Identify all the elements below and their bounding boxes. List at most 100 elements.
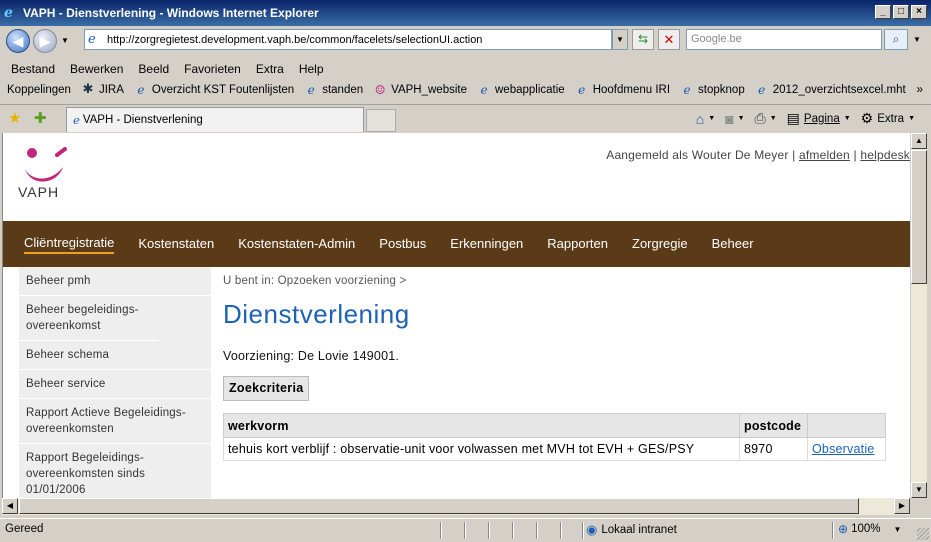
vertical-scroll-thumb[interactable]	[911, 150, 927, 284]
print-dropdown-icon[interactable]: ▼	[770, 115, 777, 122]
ie-page-icon: e	[578, 83, 586, 97]
vaph-icon: ☺	[374, 83, 386, 97]
page-menu[interactable]: Pagina	[804, 113, 840, 125]
scroll-up-icon[interactable]: ▲	[911, 133, 927, 149]
horizontal-scrollbar[interactable]: ◀ ▶	[2, 498, 910, 515]
sidebar-item-beheer-begeleidingsovereenkomst[interactable]: Beheer begeleidings-overeenkomst	[19, 296, 159, 341]
menu-bewerken[interactable]: Bewerken	[70, 62, 123, 76]
search-input[interactable]: Google.be	[686, 29, 882, 50]
menu-help[interactable]: Help	[299, 62, 324, 76]
tools-menu[interactable]: Extra	[877, 113, 904, 125]
scroll-right-icon[interactable]: ▶	[894, 498, 910, 514]
new-tab-button[interactable]	[366, 109, 396, 132]
home-icon[interactable]: ⌂	[696, 111, 704, 127]
link-label: standen	[322, 84, 364, 96]
ie-page-icon: e	[73, 113, 80, 127]
link-overzicht-kst[interactable]: e Overzicht KST Foutenlijsten	[134, 83, 294, 97]
search-dropdown-icon[interactable]: ▼	[910, 29, 924, 50]
cell-werkvorm: tehuis kort verblijf : observatie-unit v…	[223, 437, 740, 461]
sidebar-item-beheer-pmh[interactable]: Beheer pmh	[19, 267, 211, 296]
vaph-logo-text: VAPH	[18, 184, 60, 200]
refresh-button[interactable]: ⇆	[632, 29, 654, 50]
nav-clientregistratie[interactable]: Cliëntregistratie	[24, 235, 115, 254]
ie-page-icon: e	[480, 83, 488, 97]
menu-beeld[interactable]: Beeld	[138, 62, 169, 76]
nav-postbus[interactable]: Postbus	[379, 236, 426, 253]
logout-link[interactable]: afmelden	[799, 148, 850, 162]
favorites-star-icon[interactable]: ★	[8, 109, 21, 127]
feeds-icon[interactable]: ◙	[725, 111, 733, 127]
helpdesk-link[interactable]: helpdesk	[860, 148, 910, 162]
zone-label: Lokaal intranet	[601, 524, 677, 536]
history-dropdown-icon[interactable]: ▼	[61, 36, 71, 45]
vertical-scrollbar[interactable]: ▲ ▼	[910, 133, 927, 498]
zoekcriteria-button[interactable]: Zoekcriteria	[223, 376, 310, 401]
stop-button[interactable]: ✕	[658, 29, 680, 50]
address-dropdown-icon[interactable]: ▼	[612, 29, 628, 50]
address-field[interactable]: e http://zorgregietest.development.vaph.…	[84, 29, 612, 50]
ie-page-icon: e	[683, 83, 691, 97]
window-titlebar: e VAPH - Dienstverlening - Windows Inter…	[0, 0, 931, 26]
tools-dropdown-icon[interactable]: ▼	[908, 115, 915, 122]
menu-favorieten[interactable]: Favorieten	[184, 62, 241, 76]
print-icon[interactable]: ⎙	[755, 110, 766, 127]
link-label: 2012_overzichtsexcel.mht	[772, 84, 906, 96]
scroll-down-icon[interactable]: ▼	[911, 482, 927, 498]
nav-beheer[interactable]: Beheer	[712, 236, 754, 253]
add-favorites-icon[interactable]: ✚	[34, 109, 47, 127]
close-button[interactable]: ×	[911, 5, 927, 19]
security-zone[interactable]: ◉ Lokaal intranet	[586, 522, 677, 538]
zoom-dropdown-icon[interactable]: ▼	[893, 525, 901, 534]
sidebar-item-beheer-service[interactable]: Beheer service	[19, 370, 211, 399]
main-nav: Cliëntregistratie Kostenstaten Kostensta…	[3, 221, 910, 267]
voorziening-label: Voorziening: De Lovie 149001.	[223, 349, 400, 363]
link-label: webapplicatie	[495, 84, 565, 96]
resize-grip-icon[interactable]	[917, 528, 929, 540]
nav-erkenningen[interactable]: Erkenningen	[450, 236, 523, 253]
search-button[interactable]: ⌕	[884, 29, 908, 50]
link-jira[interactable]: ✱ JIRA	[81, 83, 124, 97]
home-dropdown-icon[interactable]: ▼	[708, 115, 715, 122]
sidebar-item-beheer-schema[interactable]: Beheer schema	[19, 341, 211, 370]
maximize-button[interactable]: □	[893, 5, 909, 19]
page-icon: ▤	[786, 110, 800, 126]
menu-extra[interactable]: Extra	[256, 62, 284, 76]
link-webapplicatie[interactable]: e webapplicatie	[477, 83, 565, 97]
link-standen[interactable]: e standen	[304, 83, 364, 97]
page-dropdown-icon[interactable]: ▼	[844, 115, 851, 122]
link-vaph-website[interactable]: ☺ VAPH_website	[373, 83, 467, 97]
ie-page-icon: e	[758, 83, 766, 97]
minimize-button[interactable]: _	[875, 5, 891, 19]
tab-bar: ★ ✚ e VAPH - Dienstverlening ⌂ ▼ ◙ ▼ ⎙ ▼ ▤ …	[0, 104, 931, 132]
link-overzichtsexcel[interactable]: e 2012_overzichtsexcel.mht	[755, 83, 906, 97]
ie-page-icon: e	[88, 32, 96, 47]
scroll-left-icon[interactable]: ◀	[2, 498, 18, 514]
status-divider	[440, 522, 442, 539]
nav-rapporten[interactable]: Rapporten	[547, 236, 608, 253]
links-bar: Koppelingen ✱ JIRA e Overzicht KST Foutenl…	[0, 80, 931, 100]
sidebar-item-rapport-sinds-2006[interactable]: Rapport Begeleidings-overeenkomsten sind…	[19, 444, 169, 498]
tab-vaph-dienstverlening[interactable]: e VAPH - Dienstverlening	[66, 107, 364, 132]
table-header-row: werkvorm postcode	[223, 413, 886, 438]
command-bar: ⌂ ▼ ◙ ▼ ⎙ ▼ ▤ Pagina ▼ ⚙ Extra ▼	[696, 110, 921, 127]
zoom-control[interactable]: ⊕ 100% ▼	[838, 522, 901, 536]
horizontal-scroll-thumb[interactable]	[19, 498, 859, 514]
status-divider	[488, 522, 490, 539]
forward-button[interactable]: ▶	[33, 28, 57, 53]
menu-bestand[interactable]: Bestand	[11, 62, 55, 76]
column-header-action	[807, 413, 886, 438]
status-bar: Gereed ◉ Lokaal intranet ⊕ 100% ▼	[0, 518, 931, 542]
back-button[interactable]: ◀	[6, 28, 30, 53]
user-separator: |	[853, 148, 857, 162]
sidebar-item-rapport-actieve[interactable]: Rapport Actieve Begeleidings-overeenkoms…	[19, 399, 211, 444]
link-stopknop[interactable]: e stopknop	[680, 83, 744, 97]
observatie-link[interactable]: Observatie	[812, 442, 874, 456]
feeds-dropdown-icon[interactable]: ▼	[738, 115, 745, 122]
nav-kostenstaten[interactable]: Kostenstaten	[138, 236, 214, 253]
tab-label: VAPH - Dienstverlening	[82, 114, 203, 126]
link-hoofdmenu-iri[interactable]: e Hoofdmenu IRI	[575, 83, 670, 97]
links-overflow-chevron-icon[interactable]: »	[916, 82, 923, 96]
nav-kostenstaten-admin[interactable]: Kostenstaten-Admin	[238, 236, 355, 253]
nav-zorgregie[interactable]: Zorgregie	[632, 236, 688, 253]
status-divider	[582, 522, 584, 539]
